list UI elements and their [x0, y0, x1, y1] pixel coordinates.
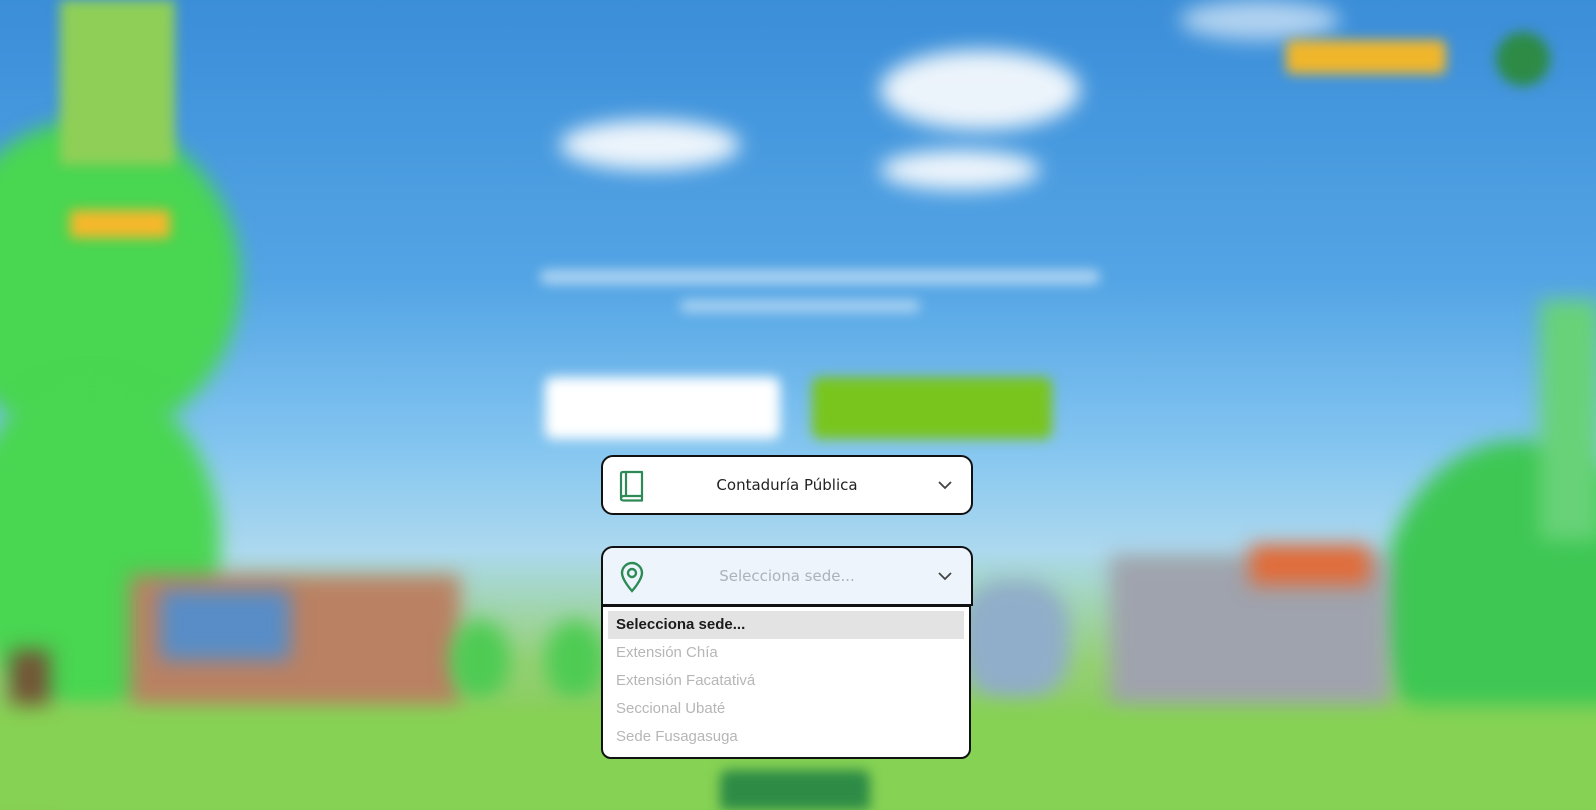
campus-select[interactable]: Selecciona sede...	[601, 546, 973, 606]
hero-subtitle-blurred	[540, 270, 1100, 284]
hero-title-blurred	[430, 178, 1170, 248]
option-sede-fusagasuga[interactable]: Sede Fusagasuga	[608, 723, 964, 751]
chevron-down-icon[interactable]	[937, 477, 953, 493]
location-pin-icon	[617, 561, 647, 593]
top-badge-blurred	[1286, 40, 1446, 74]
campus-select-value: Selecciona sede...	[719, 567, 855, 585]
book-icon	[617, 470, 647, 502]
option-selecciona-sede[interactable]: Selecciona sede...	[608, 611, 964, 639]
hero-primary-button-blurred	[812, 377, 1052, 439]
left-banner-blurred	[60, 0, 175, 165]
hero-subtitle-blurred-2	[680, 300, 920, 312]
top-circle-blurred	[1496, 32, 1550, 86]
option-extension-facatativa[interactable]: Extensión Facatativá	[608, 667, 964, 695]
program-select-value: Contaduría Pública	[716, 476, 858, 494]
hero-secondary-button-blurred	[545, 377, 780, 439]
left-tag-blurred	[70, 210, 170, 238]
option-seccional-ubate[interactable]: Seccional Ubaté	[608, 695, 964, 723]
bottom-tab-blurred	[720, 770, 870, 810]
campus-dropdown-list: Selecciona sede... Extensión Chía Extens…	[601, 605, 971, 759]
chevron-down-icon[interactable]	[937, 568, 953, 584]
program-select[interactable]: Contaduría Pública	[601, 455, 973, 515]
option-extension-chia[interactable]: Extensión Chía	[608, 639, 964, 667]
